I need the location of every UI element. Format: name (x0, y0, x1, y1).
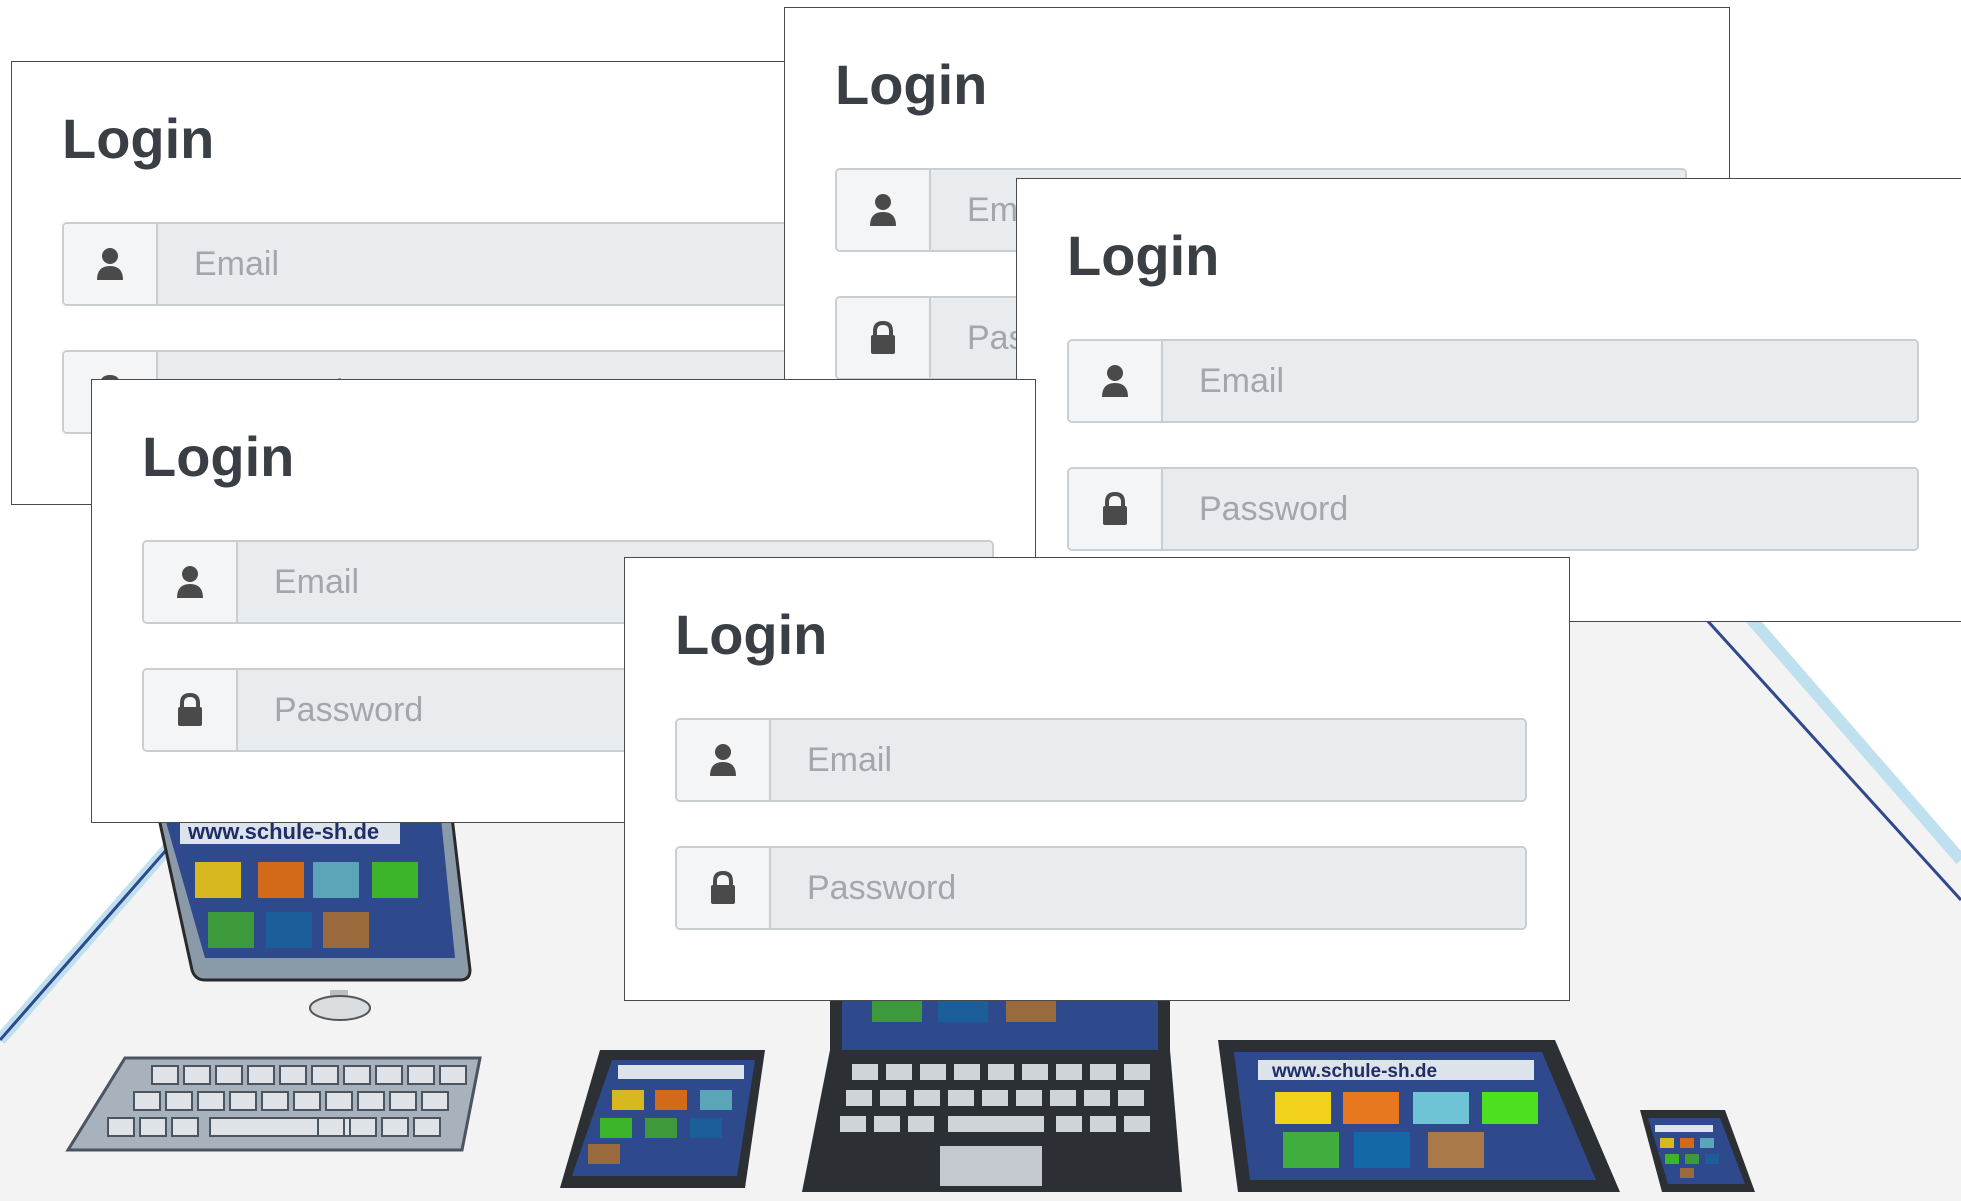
user-icon (144, 542, 238, 622)
lock-icon (1069, 469, 1163, 549)
lock-icon (837, 298, 931, 378)
password-field[interactable] (675, 846, 1527, 930)
login-dialog: Login (1016, 178, 1961, 622)
lock-icon (677, 848, 771, 928)
user-icon (837, 170, 931, 250)
user-icon (677, 720, 771, 800)
login-title: Login (835, 53, 988, 116)
email-field[interactable] (1067, 339, 1919, 423)
large-tablet: www.schule-sh.de (1218, 1040, 1620, 1192)
keyboard (65, 1056, 482, 1152)
email-input[interactable] (1163, 341, 1917, 421)
user-icon (1069, 341, 1163, 421)
email-field[interactable] (675, 718, 1527, 802)
login-title: Login (142, 425, 295, 488)
login-title: Login (62, 107, 215, 170)
password-field[interactable] (1067, 467, 1919, 551)
tablet-url: www.schule-sh.de (1271, 1061, 1437, 1082)
laptop (802, 990, 1182, 1192)
email-input[interactable] (771, 720, 1525, 800)
login-title: Login (1067, 224, 1220, 287)
login-title: Login (675, 603, 828, 666)
password-input[interactable] (771, 848, 1525, 928)
lock-icon (144, 670, 238, 750)
password-input[interactable] (1163, 469, 1917, 549)
login-dialog: Login (624, 557, 1570, 1001)
user-icon (64, 224, 158, 304)
